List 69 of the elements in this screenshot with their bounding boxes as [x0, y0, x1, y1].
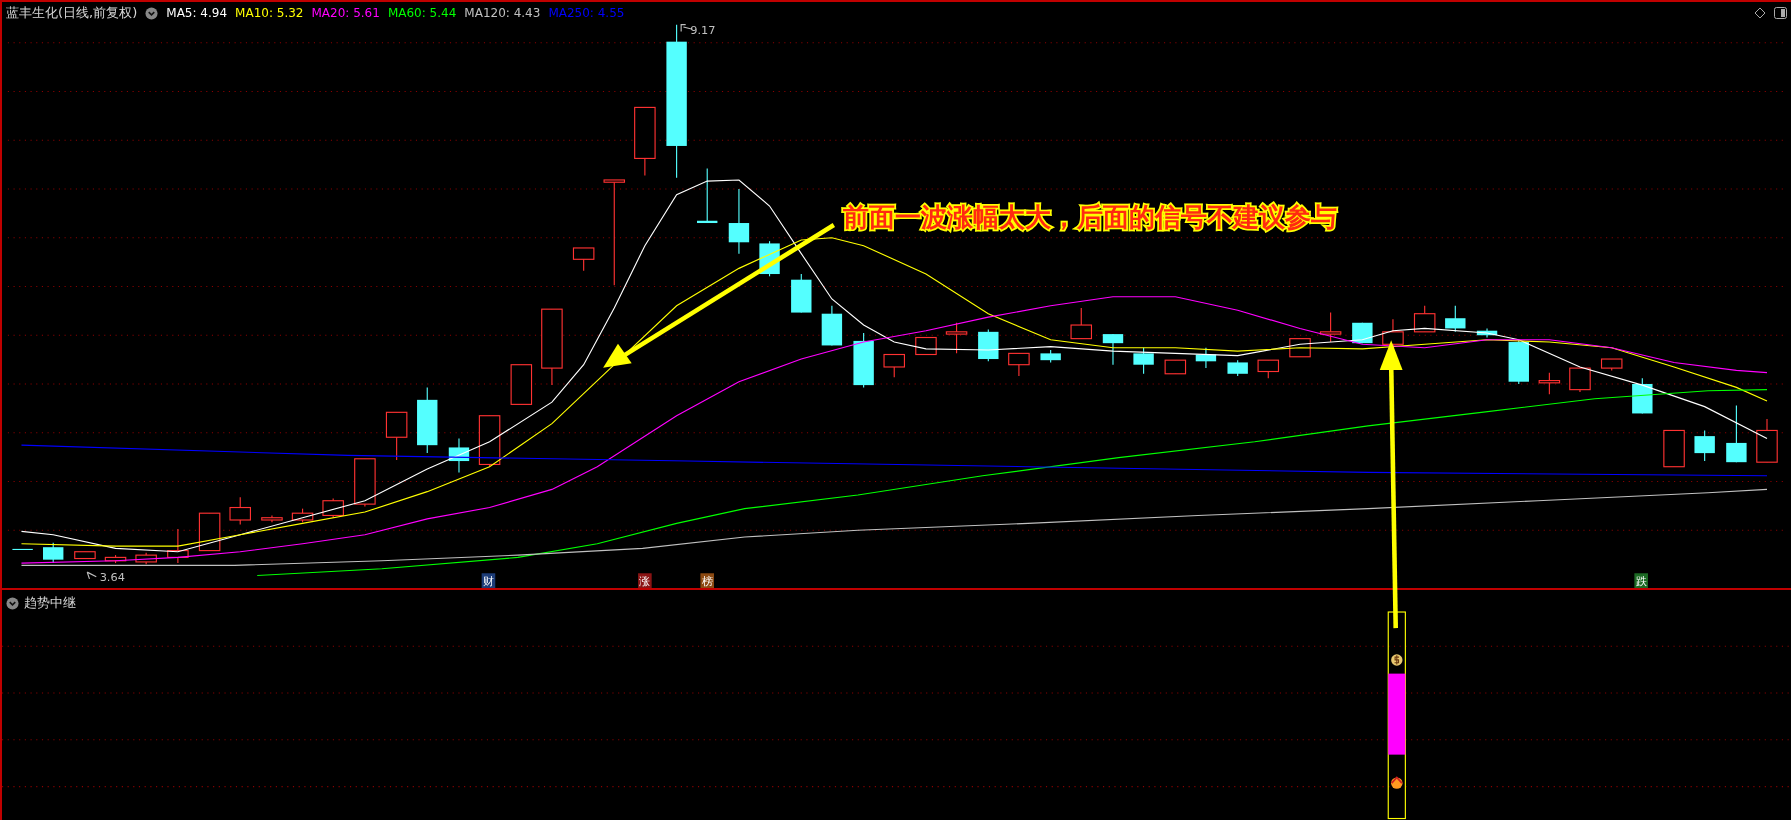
stock-title: 蓝丰生化(日线,前复权) [6, 4, 138, 22]
candlestick [1008, 352, 1030, 377]
signal-marker: 榜 [700, 573, 714, 588]
candlestick [1663, 429, 1685, 468]
candlestick [1133, 347, 1154, 375]
moving-average-value: MA20: 5.61 [311, 6, 380, 20]
candlestick [43, 542, 64, 564]
price-label: 9.17 [690, 22, 716, 37]
annotation-text: 前面一波涨幅太大，后面的信号不建议参与 [843, 202, 1338, 233]
candlestick [1726, 404, 1747, 463]
moving-average-value: MA250: 4.55 [548, 6, 625, 20]
dropdown-icon[interactable] [6, 596, 19, 610]
candlestick [135, 552, 157, 565]
candlestick [945, 322, 968, 354]
moving-average-value: MA10: 5.32 [235, 6, 304, 20]
candlestick [853, 332, 874, 388]
moving-average-value: MA120: 4.43 [464, 6, 541, 20]
candlestick [1070, 307, 1093, 340]
candlestick [1600, 358, 1623, 371]
panel-toggle-icon[interactable] [1774, 7, 1787, 19]
candlestick [634, 106, 656, 176]
candlestick [385, 411, 408, 461]
dropdown-icon[interactable] [145, 6, 159, 20]
candlestick [1257, 359, 1280, 379]
candlestick [1102, 333, 1124, 366]
candlestick [883, 353, 905, 378]
candlestick [1352, 322, 1373, 344]
moving-average-value: MA60: 5.44 [387, 6, 457, 20]
candlestick [1694, 429, 1715, 462]
candlestick [417, 386, 438, 454]
candlestick [74, 551, 96, 560]
candlestick [1445, 305, 1466, 333]
candlestick [1040, 349, 1061, 363]
candlestick [1569, 367, 1591, 393]
candlestick [478, 415, 501, 468]
candlestick [1756, 418, 1778, 463]
candlestick [261, 514, 283, 523]
candlestick [915, 336, 937, 356]
candlestick [448, 437, 470, 473]
diamond-icon[interactable] [1754, 7, 1766, 19]
candlestick [1227, 359, 1248, 377]
candlestick [1538, 372, 1561, 395]
indicator-title: 趋势中继 [24, 594, 76, 612]
candlestick [697, 168, 718, 224]
price-label: 3.64 [99, 570, 125, 585]
candlestick [198, 512, 221, 552]
candlestick [1319, 312, 1342, 343]
candlestick [167, 528, 189, 564]
candlestick [1413, 305, 1436, 333]
candlestick [354, 458, 376, 507]
candlestick [728, 188, 750, 255]
arrow-icon [86, 571, 97, 580]
signal-marker: 跌 [1634, 573, 1648, 588]
candlestick [1476, 327, 1498, 339]
candlestick [510, 364, 533, 405]
candlestick [1164, 359, 1187, 375]
candlestick [322, 497, 344, 519]
candlestick [1508, 339, 1529, 385]
candlestick [821, 305, 843, 346]
candlestick [291, 508, 314, 523]
candlestick [791, 273, 812, 314]
signal-marker: 财 [481, 573, 496, 588]
signal-marker: 涨 [638, 573, 652, 588]
candlestick [572, 247, 595, 272]
candlestick [104, 554, 127, 564]
candlestick [978, 329, 999, 362]
moving-average-value: MA5: 4.94 [166, 6, 228, 20]
candlestick [1195, 347, 1217, 369]
candlestick [229, 496, 251, 526]
